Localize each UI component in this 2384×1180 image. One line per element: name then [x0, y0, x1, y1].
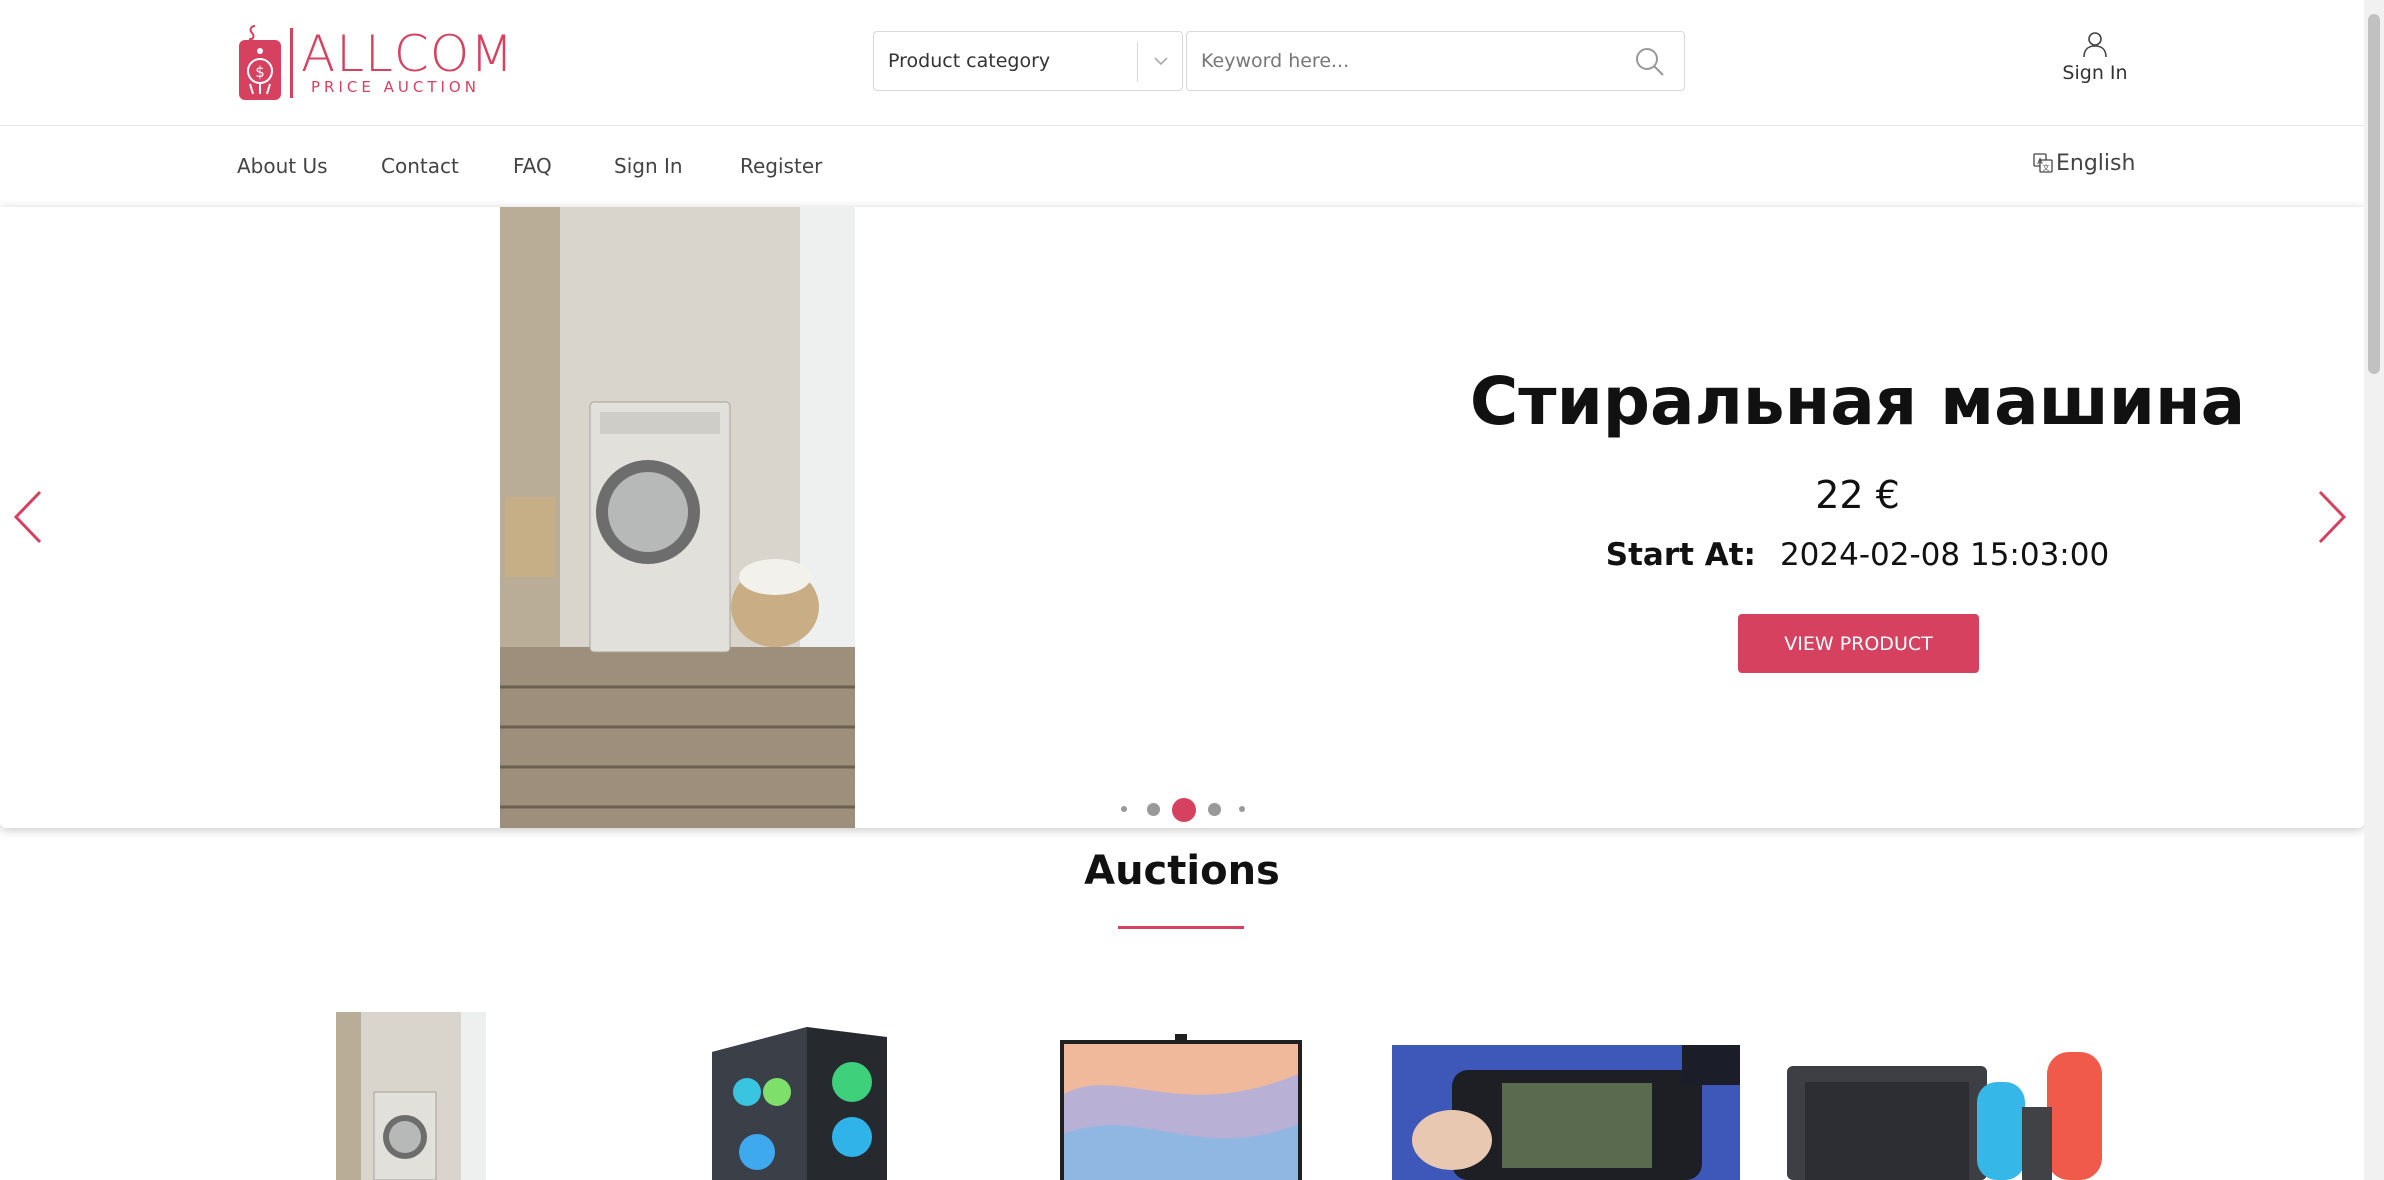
auction-item-2[interactable] [697, 1012, 892, 1180]
hero-start-time: Start At: 2024-02-08 15:03:00 [1400, 537, 2315, 573]
chevron-down-icon[interactable] [1150, 50, 1172, 72]
header-sign-in-label: Sign In [2062, 62, 2128, 84]
search-icon[interactable] [1633, 45, 1667, 79]
language-selector[interactable]: A 文 English [2032, 151, 2135, 176]
header-sign-in-button[interactable]: Sign In [2060, 30, 2130, 90]
nav-sign-in[interactable]: Sign In [614, 154, 683, 178]
brand-tagline: PRICE AUCTION [311, 78, 480, 96]
carousel-indicators [1112, 797, 1252, 822]
price-tag-icon: $ [239, 25, 281, 100]
carousel-dot-5[interactable] [1239, 806, 1245, 812]
monitor-thumbnail [1060, 1034, 1302, 1180]
chevron-right-icon[interactable] [2312, 487, 2352, 547]
auction-item-4[interactable] [1392, 1045, 1740, 1180]
hero-carousel: Стиральная машина 22 € Start At: 2024-02-… [0, 207, 2364, 828]
nav-contact[interactable]: Contact [381, 154, 459, 178]
search-bar: Product category [873, 31, 1685, 93]
auction-item-3[interactable] [1060, 1034, 1302, 1180]
svg-text:文: 文 [2043, 163, 2050, 172]
handheld-console-thumbnail [1392, 1045, 1740, 1180]
scrollbar-thumb[interactable] [2368, 14, 2380, 374]
carousel-dot-1[interactable] [1121, 806, 1127, 812]
chevron-left-icon[interactable] [8, 487, 48, 547]
nav-register[interactable]: Register [740, 154, 822, 178]
auction-item-1[interactable] [336, 1012, 486, 1180]
nav-about-us[interactable]: About Us [237, 154, 328, 178]
category-select-separator [1137, 42, 1138, 82]
logo-divider [290, 28, 293, 98]
auctions-heading: Auctions [1084, 848, 1280, 894]
main-nav: About Us Contact FAQ Sign In Register A … [0, 126, 2364, 206]
washing-machine-thumbnail [336, 1012, 486, 1180]
gaming-pc-thumbnail [697, 1012, 892, 1180]
carousel-dot-4[interactable] [1208, 803, 1221, 816]
auctions-heading-underline [1118, 926, 1244, 929]
hero-product-price: 22 € [1815, 473, 1900, 517]
brand-name: ALLCOM [301, 25, 515, 83]
page-scrollbar[interactable] [2364, 0, 2384, 1180]
auction-item-5[interactable] [1787, 1052, 2120, 1180]
keyword-search-input[interactable] [1186, 31, 1685, 91]
brand-logo[interactable]: $ ALLCOM PRICE AUCTION [237, 24, 513, 102]
view-product-button[interactable]: VIEW PRODUCT [1738, 614, 1979, 673]
nav-faq[interactable]: FAQ [513, 154, 552, 178]
language-label: English [2056, 151, 2136, 176]
start-at-value: 2024-02-08 15:03:00 [1779, 537, 2110, 573]
carousel-dot-3[interactable] [1172, 798, 1196, 822]
site-header: $ ALLCOM PRICE AUCTION Product category … [0, 0, 2364, 126]
nintendo-switch-thumbnail [1787, 1052, 2120, 1180]
carousel-dot-2[interactable] [1147, 803, 1160, 816]
product-category-select[interactable]: Product category [873, 31, 1183, 91]
translate-icon: A 文 [2033, 153, 2053, 173]
category-select-value: Product category [888, 50, 1051, 72]
hero-product-title: Стиральная машина [1469, 363, 2246, 440]
start-at-label: Start At: [1605, 537, 1756, 573]
svg-text:$: $ [255, 63, 265, 81]
user-icon [2083, 32, 2107, 58]
washing-machine-photo [500, 207, 855, 828]
